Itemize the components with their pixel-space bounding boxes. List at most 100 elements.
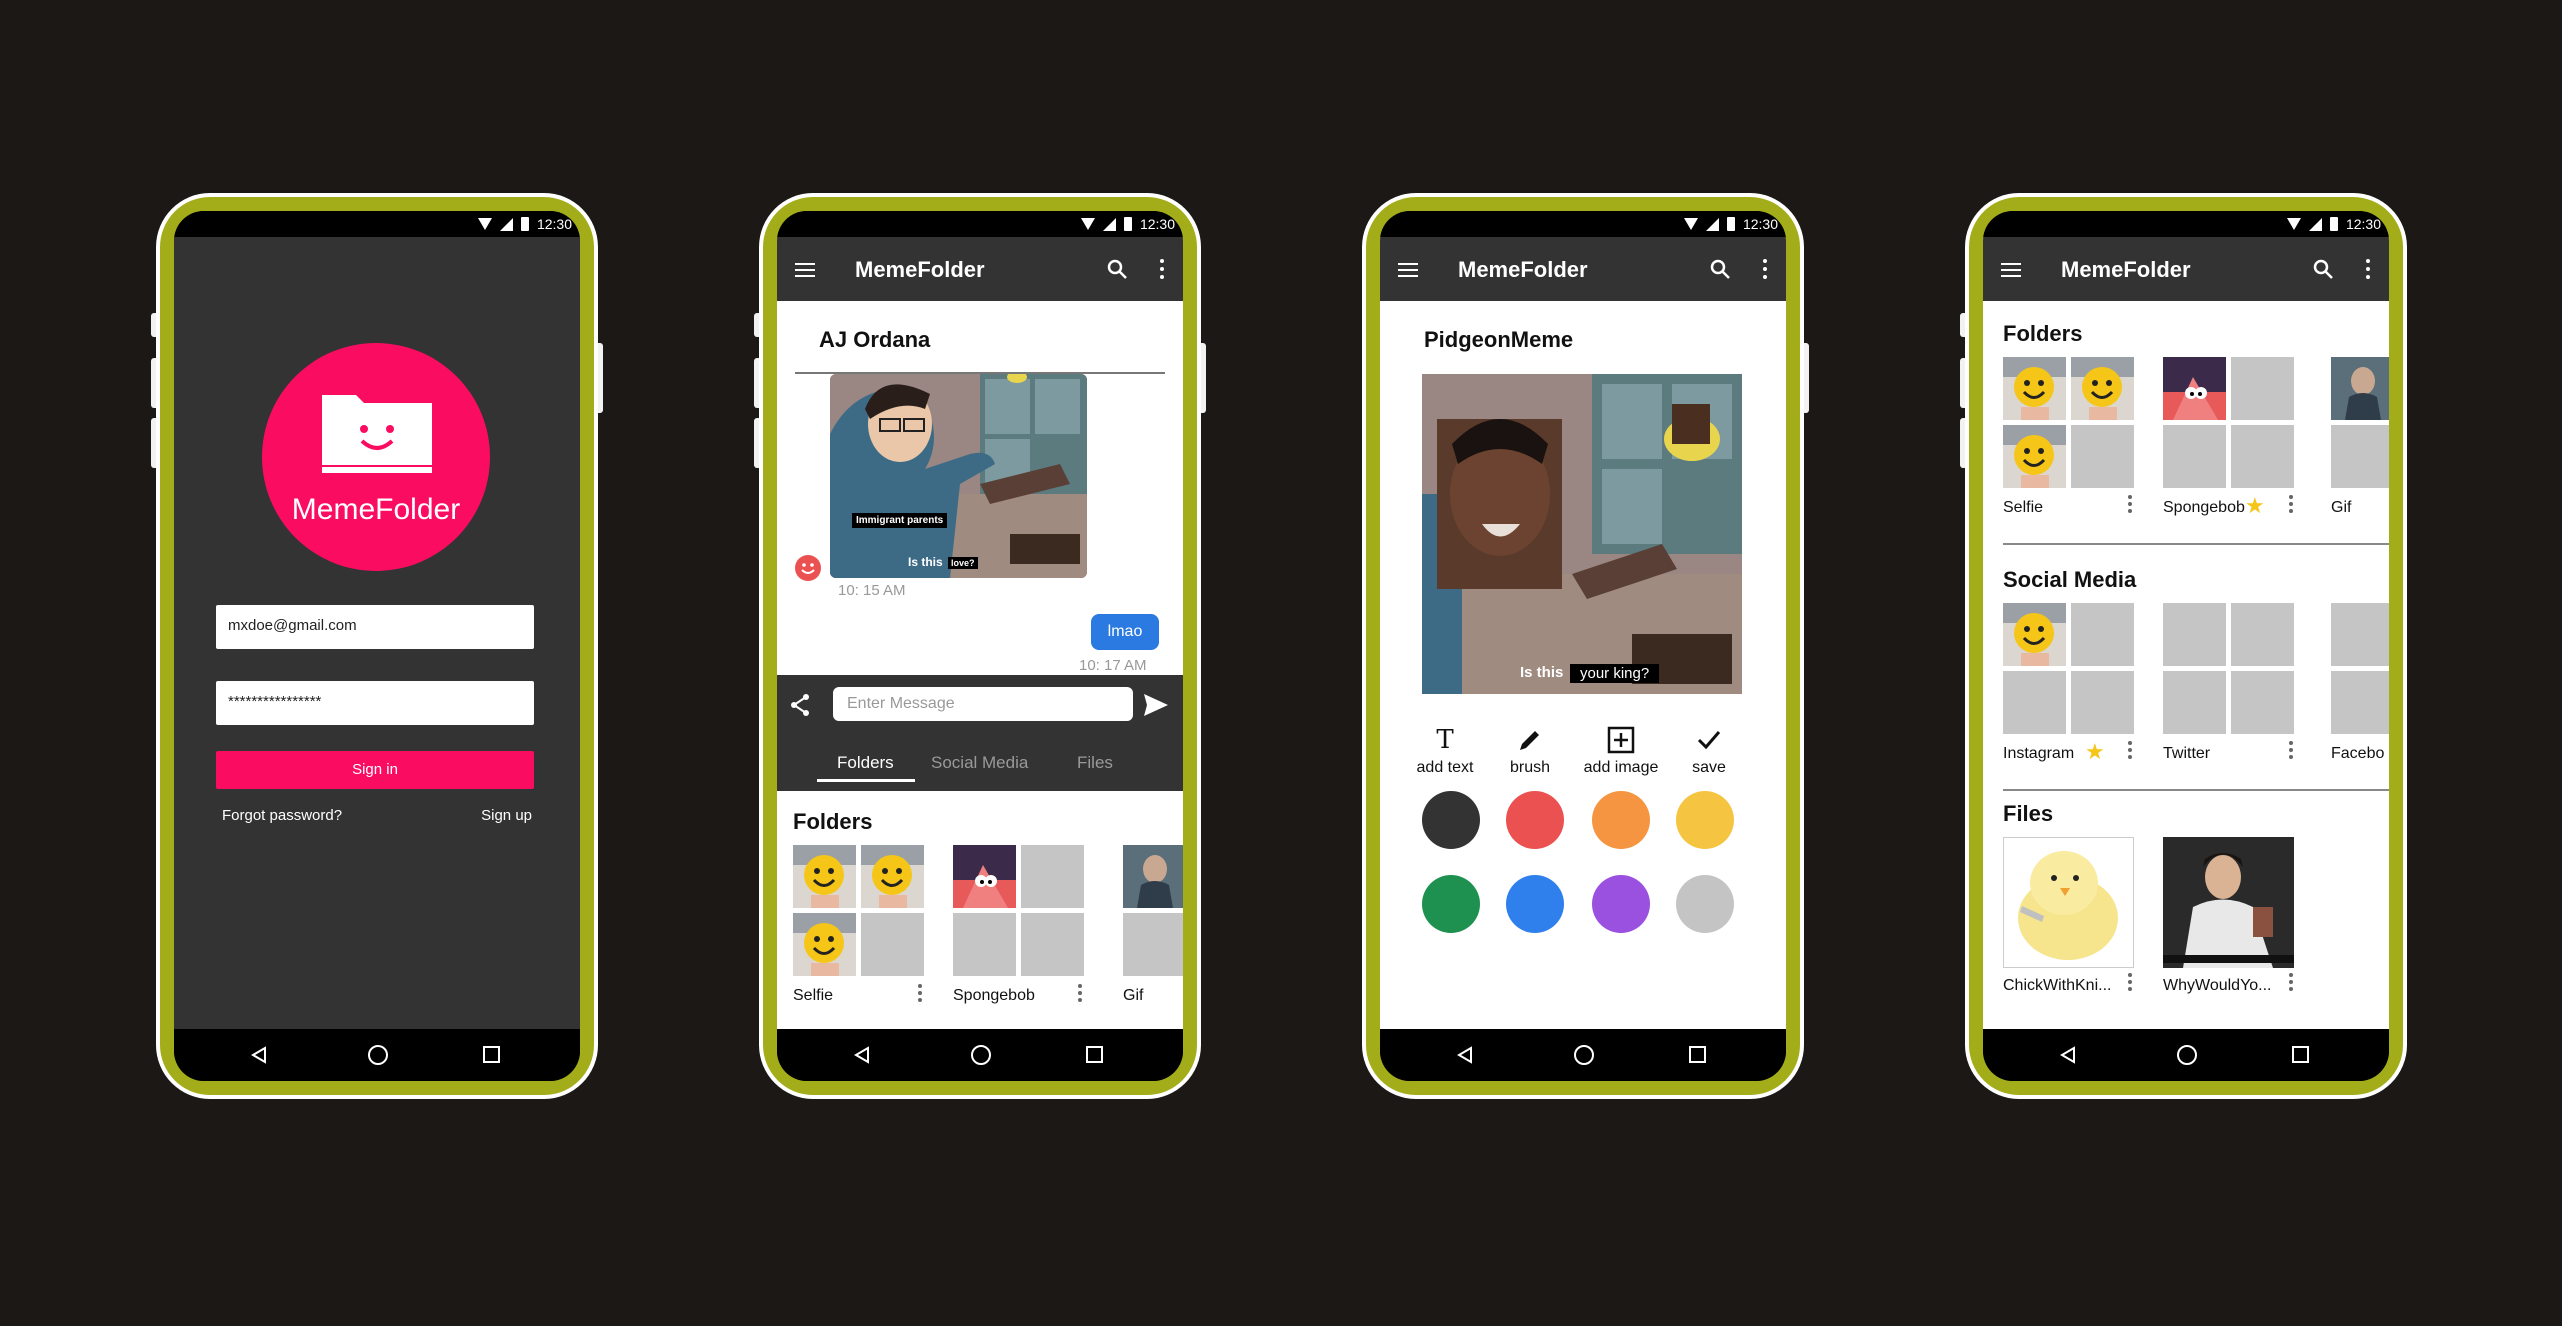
folder-thumbnail[interactable] bbox=[2071, 671, 2134, 734]
more-vert-icon[interactable] bbox=[1159, 259, 1165, 279]
more-vert-icon[interactable] bbox=[918, 984, 922, 1005]
forgot-password-link[interactable]: Forgot password? bbox=[222, 807, 342, 824]
folder-label[interactable]: Selfie bbox=[2003, 499, 2043, 517]
folder-label[interactable]: Facebo bbox=[2331, 745, 2384, 763]
message-input[interactable]: Enter Message bbox=[833, 687, 1133, 721]
folder-label[interactable]: Twitter bbox=[2163, 745, 2210, 763]
recents-icon[interactable] bbox=[483, 1046, 500, 1063]
color-swatch[interactable] bbox=[1422, 791, 1480, 849]
folder-thumbnail[interactable] bbox=[1021, 845, 1084, 908]
home-icon[interactable] bbox=[971, 1045, 991, 1065]
email-field[interactable]: mxdoe@gmail.com bbox=[216, 605, 534, 649]
more-vert-icon[interactable] bbox=[1762, 259, 1768, 279]
more-vert-icon[interactable] bbox=[2289, 973, 2293, 994]
file-thumbnail[interactable] bbox=[2163, 837, 2294, 968]
sign-in-button[interactable]: Sign in bbox=[216, 751, 534, 789]
folder-thumbnail[interactable] bbox=[953, 845, 1016, 908]
back-icon[interactable] bbox=[2059, 1046, 2077, 1064]
color-swatch[interactable] bbox=[1592, 875, 1650, 933]
folder-thumbnail[interactable] bbox=[2331, 671, 2389, 734]
folder-thumbnail[interactable] bbox=[2071, 357, 2134, 420]
folder-thumbnail[interactable] bbox=[793, 845, 856, 908]
more-vert-icon[interactable] bbox=[2128, 741, 2132, 762]
more-vert-icon[interactable] bbox=[1078, 984, 1082, 1005]
folder-thumbnail[interactable] bbox=[2163, 357, 2226, 420]
folder-label[interactable]: Gif bbox=[1123, 987, 1143, 1005]
tab-folders[interactable]: Folders bbox=[837, 753, 894, 773]
add-image-tool[interactable]: add image bbox=[1576, 725, 1666, 777]
folder-thumbnail[interactable] bbox=[2231, 603, 2294, 666]
color-swatch[interactable] bbox=[1422, 875, 1480, 933]
search-icon[interactable] bbox=[1107, 259, 1127, 279]
save-tool[interactable]: save bbox=[1684, 725, 1734, 777]
back-icon[interactable] bbox=[250, 1046, 268, 1064]
menu-icon[interactable] bbox=[2001, 263, 2021, 277]
color-swatch[interactable] bbox=[1592, 791, 1650, 849]
tab-social-media[interactable]: Social Media bbox=[931, 753, 1028, 773]
meme-canvas[interactable]: Is this your king? bbox=[1422, 374, 1742, 694]
folder-thumbnail[interactable] bbox=[2231, 425, 2294, 488]
folder-label[interactable]: Spongebob bbox=[2163, 499, 2245, 517]
more-vert-icon[interactable] bbox=[2128, 973, 2132, 994]
folder-thumbnail[interactable] bbox=[2003, 357, 2066, 420]
menu-icon[interactable] bbox=[795, 263, 815, 277]
brush-tool[interactable]: brush bbox=[1500, 725, 1560, 777]
folder-thumbnail[interactable] bbox=[2071, 603, 2134, 666]
folder-thumbnail[interactable] bbox=[2231, 671, 2294, 734]
search-icon[interactable] bbox=[2313, 259, 2333, 279]
more-vert-icon[interactable] bbox=[2365, 259, 2371, 279]
folder-label[interactable]: Selfie bbox=[793, 987, 833, 1005]
folder-thumbnail[interactable] bbox=[2163, 603, 2226, 666]
tab-files[interactable]: Files bbox=[1077, 753, 1113, 773]
home-icon[interactable] bbox=[2177, 1045, 2197, 1065]
folder-label[interactable]: Instagram bbox=[2003, 745, 2074, 763]
recents-icon[interactable] bbox=[1086, 1046, 1103, 1063]
file-thumbnail[interactable] bbox=[2003, 837, 2134, 968]
color-swatch[interactable] bbox=[1676, 791, 1734, 849]
folder-thumbnail[interactable] bbox=[2003, 671, 2066, 734]
folder-label[interactable]: Gif bbox=[2331, 499, 2351, 517]
home-icon[interactable] bbox=[368, 1045, 388, 1065]
file-label[interactable]: WhyWouldYo... bbox=[2163, 977, 2272, 995]
folder-label[interactable]: Spongebob bbox=[953, 987, 1035, 1005]
folder-thumbnail[interactable] bbox=[2163, 671, 2226, 734]
sent-message-bubble[interactable]: lmao bbox=[1091, 614, 1159, 650]
share-icon[interactable] bbox=[789, 693, 811, 717]
star-icon[interactable]: ★ bbox=[2085, 741, 2105, 763]
star-icon[interactable]: ★ bbox=[2245, 495, 2265, 517]
folder-thumbnail[interactable] bbox=[861, 845, 924, 908]
menu-icon[interactable] bbox=[1398, 263, 1418, 277]
folder-thumbnail[interactable] bbox=[2331, 425, 2389, 488]
folder-thumbnail[interactable] bbox=[953, 913, 1016, 976]
home-icon[interactable] bbox=[1574, 1045, 1594, 1065]
add-text-tool[interactable]: T add text bbox=[1408, 725, 1482, 777]
folder-thumbnail[interactable] bbox=[2163, 425, 2226, 488]
search-icon[interactable] bbox=[1710, 259, 1730, 279]
password-field[interactable]: **************** bbox=[216, 681, 534, 725]
folder-thumbnail[interactable] bbox=[793, 913, 856, 976]
folder-thumbnail[interactable] bbox=[2003, 603, 2066, 666]
received-meme-image[interactable]: Immigrant parents Is this love? bbox=[830, 374, 1087, 578]
color-swatch[interactable] bbox=[1676, 875, 1734, 933]
folder-thumbnail[interactable] bbox=[2331, 603, 2389, 666]
folder-thumbnail[interactable] bbox=[1021, 913, 1084, 976]
folder-thumbnail[interactable] bbox=[861, 913, 924, 976]
back-icon[interactable] bbox=[853, 1046, 871, 1064]
file-label[interactable]: ChickWithKni... bbox=[2003, 977, 2111, 995]
back-icon[interactable] bbox=[1456, 1046, 1474, 1064]
color-swatch[interactable] bbox=[1506, 791, 1564, 849]
recents-icon[interactable] bbox=[1689, 1046, 1706, 1063]
recents-icon[interactable] bbox=[2292, 1046, 2309, 1063]
send-icon[interactable] bbox=[1143, 693, 1169, 717]
folder-thumbnail[interactable] bbox=[2071, 425, 2134, 488]
color-swatch[interactable] bbox=[1506, 875, 1564, 933]
folder-thumbnail[interactable] bbox=[2003, 425, 2066, 488]
sign-up-link[interactable]: Sign up bbox=[481, 807, 532, 824]
folder-thumbnail[interactable] bbox=[1123, 913, 1183, 976]
more-vert-icon[interactable] bbox=[2289, 741, 2293, 762]
more-vert-icon[interactable] bbox=[2289, 495, 2293, 516]
folder-thumbnail[interactable] bbox=[1123, 845, 1183, 908]
folder-thumbnail[interactable] bbox=[2331, 357, 2389, 420]
folder-thumbnail[interactable] bbox=[2231, 357, 2294, 420]
more-vert-icon[interactable] bbox=[2128, 495, 2132, 516]
